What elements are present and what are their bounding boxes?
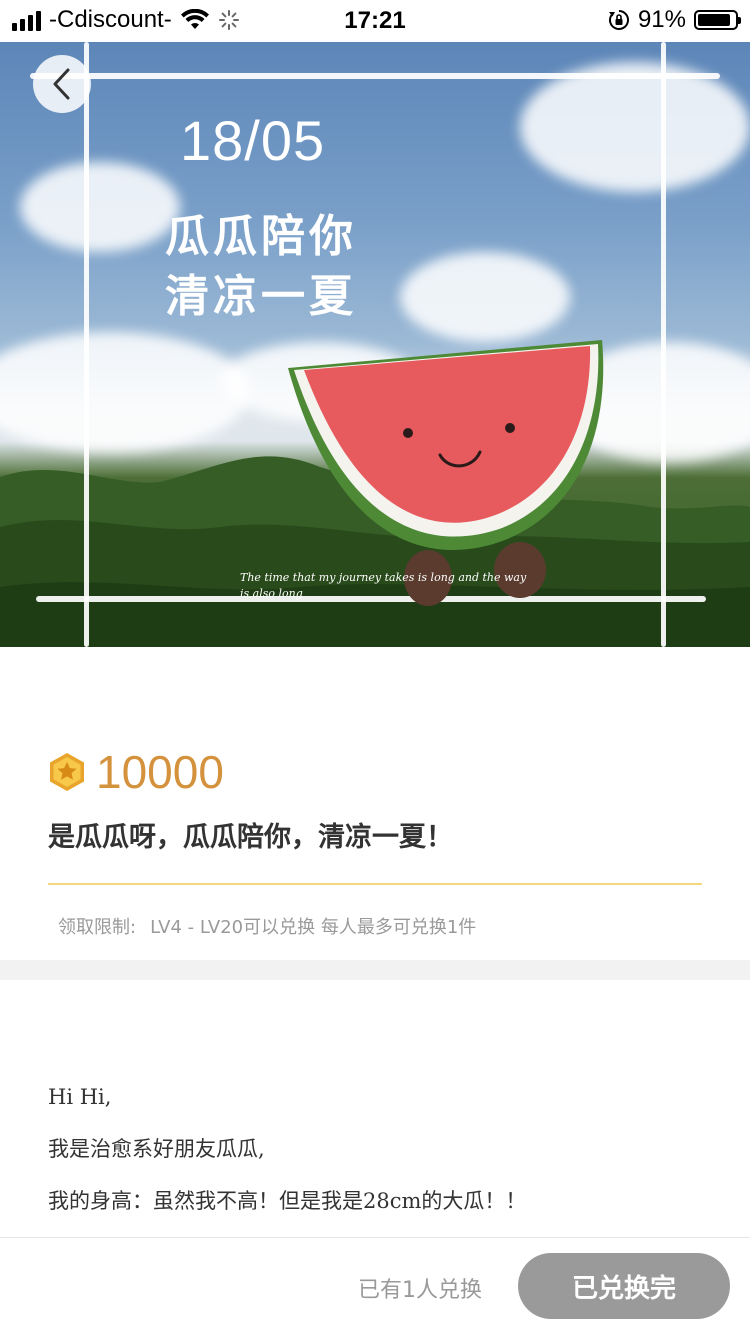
product-info: 10000 是瓜瓜呀，瓜瓜陪你，清凉一夏！ 领取限制: LV4 - LV20可以兑… [0, 647, 750, 960]
frame-line-left [84, 42, 89, 647]
star-coin-icon [50, 753, 84, 791]
product-title: 是瓜瓜呀，瓜瓜陪你，清凉一夏！ [48, 822, 453, 853]
description-line: 我的身高：虽然我不高！但是我是28cm的大瓜！！ [48, 1189, 527, 1213]
divider [48, 883, 702, 885]
bottom-action-bar: 已有1人兑换 已兑换完 [0, 1237, 750, 1335]
banner-date: 18/05 [180, 109, 326, 172]
redeem-button[interactable]: 已兑换完 [518, 1253, 730, 1319]
back-button[interactable] [33, 55, 91, 113]
redeemed-count: 已有1人兑换 [358, 1278, 482, 1303]
redeem-limit: 领取限制: LV4 - LV20可以兑换 每人最多可兑换1件 [58, 913, 490, 939]
orientation-lock-icon [608, 10, 629, 30]
banner-headline-1: 瓜瓜陪你 [165, 211, 357, 262]
product-description: Hi Hi, 我是治愈系好朋友瓜瓜, 我的身高：虽然我不高！但是我是28cm的大… [48, 1080, 708, 1236]
status-bar: -Cdiscount- 17:21 91% [0, 0, 750, 42]
banner-caption: The time that my journey takes is long a… [240, 571, 527, 600]
price-row: 10000 [48, 745, 224, 799]
redeem-limit-label: 领取限制: [58, 917, 137, 938]
points-price: 10000 [96, 746, 224, 798]
frame-line-right [661, 42, 666, 647]
battery-percent: 91% [637, 6, 686, 33]
battery-icon [694, 10, 741, 30]
frame-line-top [30, 73, 720, 79]
description-line: 我是治愈系好朋友瓜瓜, [48, 1137, 265, 1161]
chevron-left-icon [53, 68, 70, 100]
section-separator [0, 960, 750, 980]
description-line: Hi Hi, [48, 1085, 112, 1109]
redeem-limit-text: LV4 - LV20可以兑换 每人最多可兑换1件 [150, 917, 477, 938]
product-banner: 18/05 瓜瓜陪你 清凉一夏 The time that my journey… [0, 42, 750, 647]
status-right: 91% [608, 6, 741, 34]
banner-headline-2: 清凉一夏 [165, 271, 357, 322]
